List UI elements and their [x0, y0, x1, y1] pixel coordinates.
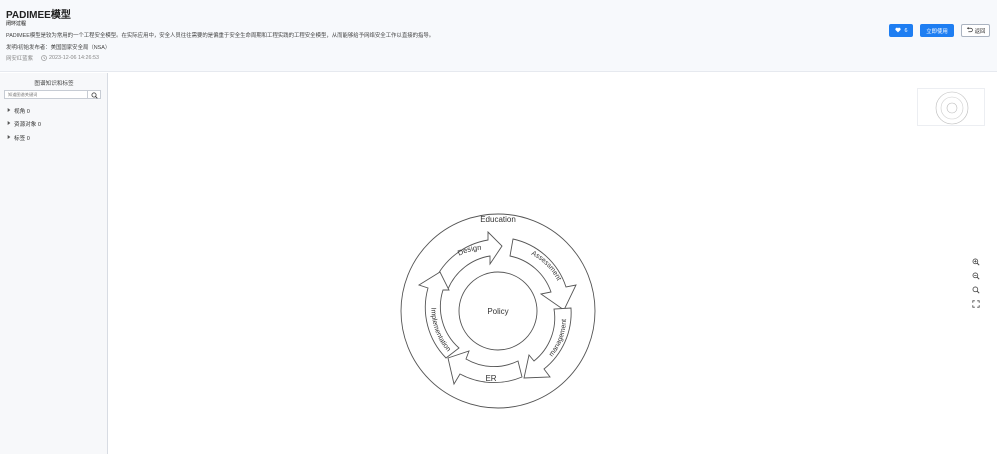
publisher-info: 发明/初始发布者：美国国家安全局（NSA） [6, 45, 111, 51]
heart-icon [894, 27, 901, 35]
minimap[interactable] [917, 88, 985, 126]
like-count: 6 [904, 27, 908, 34]
caret-right-icon [7, 108, 11, 114]
publish-timestamp: 2023-12-06 14:26:53 [48, 55, 100, 61]
sidebar-item-label: 标签 0 [14, 136, 30, 142]
clock-icon [41, 55, 47, 61]
page-title: PADIMEE模型 [6, 10, 71, 21]
sidebar-item-label: 视角 0 [14, 109, 30, 115]
sidebar-item-perspective[interactable]: 视角 0 [7, 107, 30, 115]
search-icon [91, 86, 98, 104]
like-button[interactable]: 6 [889, 24, 913, 37]
fullscreen-button[interactable] [970, 298, 982, 310]
use-now-button[interactable]: 立即使用 [920, 24, 954, 37]
stage-er-label: ER [485, 374, 496, 383]
management-arrow [523, 307, 572, 379]
author-name: 网安红蓝紫 [6, 56, 33, 62]
back-button[interactable]: 返回 [961, 24, 990, 37]
sidebar-item-label: 资源对象 0 [14, 122, 42, 128]
sidebar-item-resource[interactable]: 资源对象 0 [7, 120, 41, 128]
search-input[interactable] [5, 91, 89, 98]
implementation-arrow [417, 271, 460, 359]
caret-right-icon [7, 135, 11, 141]
fullscreen-icon [972, 295, 980, 313]
policy-label: Policy [487, 307, 508, 316]
undo-icon [966, 26, 973, 35]
assessment-arrow [509, 238, 577, 311]
back-label: 返回 [974, 28, 986, 35]
sidebar-item-tags[interactable]: 标签 0 [7, 134, 30, 142]
meta-row: 网安红蓝紫 2023-12-06 14:26:53 [6, 54, 99, 62]
caret-right-icon [7, 121, 11, 127]
page-subtitle: 闭环过程 [6, 21, 27, 27]
padimee-cycle-diagram: Education Policy ER Design Assessment ma… [400, 213, 596, 409]
knowledge-sidebar: 图谱知识和标签 视角 0 资源对象 0 标签 0 [0, 73, 108, 454]
search-button[interactable] [87, 90, 100, 99]
sidebar-search [4, 90, 101, 99]
stage-education-label: Education [480, 215, 516, 224]
model-description: PADIMEE模型是较为常用的一个工程安全模型。在实际应用中，安全人员往往需要的… [6, 33, 435, 39]
minimap-thumbnail [935, 91, 969, 125]
page-header: PADIMEE模型 闭环过程 PADIMEE模型是较为常用的一个工程安全模型。在… [0, 0, 997, 72]
